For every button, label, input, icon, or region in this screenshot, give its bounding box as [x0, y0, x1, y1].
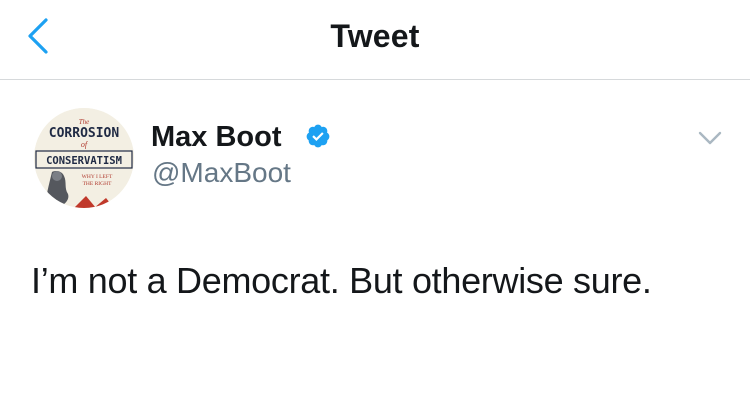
avatar-text-why: WHY I LEFT: [82, 174, 113, 180]
author-handle[interactable]: @MaxBoot: [152, 156, 291, 190]
navigation-bar: Tweet: [0, 0, 750, 80]
avatar[interactable]: The CORROSION of CONSERVATISM WHY I LEFT…: [34, 108, 134, 208]
page-title: Tweet: [330, 18, 420, 54]
avatar-text-the: The: [79, 118, 90, 126]
avatar-text-conservatism: CONSERVATISM: [46, 155, 122, 167]
avatar-text-corrosion: CORROSION: [49, 126, 120, 141]
tweet-text: I’m not a Democrat. But otherwise sure.: [31, 260, 652, 301]
chevron-down-icon: [692, 124, 728, 154]
tweet-menu-button[interactable]: [692, 124, 728, 154]
avatar-text-right: THE RIGHT: [83, 181, 113, 187]
author-name[interactable]: Max Boot: [151, 120, 282, 154]
tweet-detail-screen: Tweet The CORROSION of CONSERVATISM WHY …: [0, 0, 750, 414]
tweet-author-row: The CORROSION of CONSERVATISM WHY I LEFT…: [34, 108, 734, 210]
verified-badge-icon: [305, 123, 331, 149]
